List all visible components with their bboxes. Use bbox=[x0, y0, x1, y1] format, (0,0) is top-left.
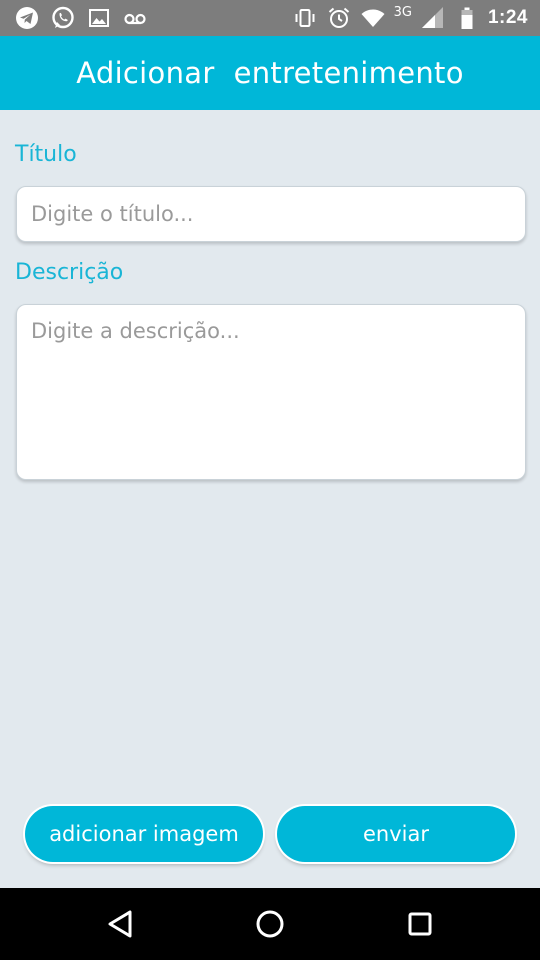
status-bar: 3G 1:24 bbox=[0, 0, 540, 36]
battery-icon bbox=[461, 7, 473, 29]
recents-icon[interactable] bbox=[402, 906, 438, 942]
status-time: 1:24 bbox=[487, 7, 528, 28]
page-title: Adicionar entretenimento bbox=[76, 56, 464, 90]
status-right-icons: 3G 1:24 bbox=[292, 5, 528, 31]
app-bar: Adicionar entretenimento bbox=[0, 36, 540, 110]
title-input[interactable] bbox=[16, 186, 526, 242]
description-input[interactable] bbox=[16, 304, 526, 480]
send-button[interactable]: enviar bbox=[277, 806, 515, 862]
home-icon[interactable] bbox=[252, 906, 288, 942]
status-left-icons bbox=[14, 5, 148, 31]
navigation-bar bbox=[0, 888, 540, 960]
alarm-icon bbox=[328, 7, 349, 28]
network-type: 3G bbox=[393, 4, 412, 20]
add-image-button[interactable]: adicionar imagem bbox=[25, 806, 263, 862]
title-label: Título bbox=[15, 142, 77, 167]
wifi-icon bbox=[361, 9, 385, 27]
whatsapp-icon bbox=[52, 6, 74, 29]
signal-icon bbox=[421, 7, 443, 28]
description-label: Descrição bbox=[15, 260, 124, 285]
telegram-icon bbox=[16, 7, 38, 29]
voicemail-icon bbox=[124, 13, 146, 25]
image-icon bbox=[89, 9, 109, 27]
vibrate-icon bbox=[295, 9, 315, 27]
back-icon[interactable] bbox=[103, 906, 139, 942]
